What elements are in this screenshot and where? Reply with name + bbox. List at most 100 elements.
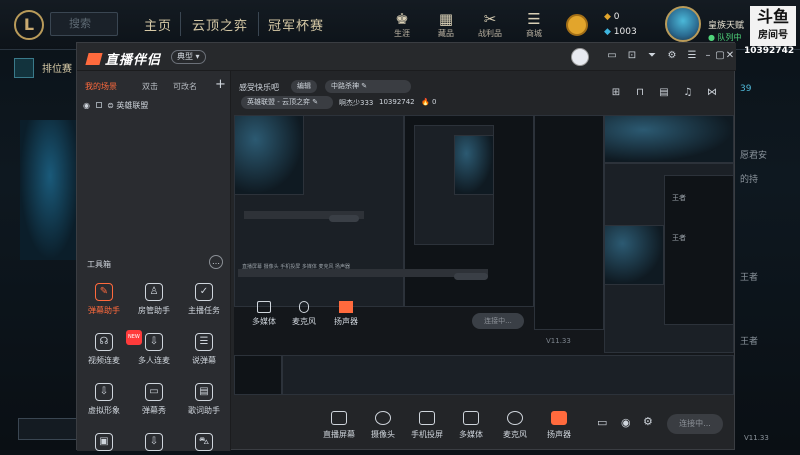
loot-icon[interactable]: ✂ 战利品 xyxy=(470,10,510,39)
lyric-icon: ▤ xyxy=(195,383,213,401)
video-link-button[interactable]: ☊ NEW 视频连麦 xyxy=(79,330,142,366)
eye-icon[interactable]: ◉ xyxy=(621,416,631,429)
add-scene-button[interactable]: + xyxy=(215,77,226,92)
download-icon: ⇩ xyxy=(145,433,163,451)
filter-icon[interactable]: ⏷ xyxy=(645,49,659,63)
camera-button[interactable]: 摄像头 xyxy=(361,411,405,440)
tab-rename[interactable]: 可改名 xyxy=(173,81,197,92)
tab-my-scenes[interactable]: 我的场景 xyxy=(85,81,117,92)
live-screen-button[interactable]: 直播屏幕 xyxy=(317,411,361,440)
life-icon[interactable]: ♚ 生涯 xyxy=(382,10,422,39)
mic-icon xyxy=(507,411,523,425)
category-pill[interactable]: 英雄联盟 - 云顶之弈 ✎ xyxy=(241,96,333,109)
player-avatar[interactable] xyxy=(665,6,701,42)
gold-currency: ◆ 0 xyxy=(604,12,620,22)
media-icon xyxy=(463,411,479,425)
connect-button[interactable]: 连接中... xyxy=(667,414,723,434)
share-icon[interactable]: ⋈ xyxy=(705,87,719,101)
nav-divider xyxy=(258,12,259,36)
tab-double-click[interactable]: 双击 xyxy=(142,81,158,92)
speaker-icon xyxy=(551,411,567,425)
camera-icon xyxy=(375,411,391,425)
preview-time: V11.33 xyxy=(546,337,571,345)
nested-capture xyxy=(234,115,304,195)
lock-icon[interactable]: ⊓ xyxy=(633,87,647,101)
record-icon[interactable]: ▭ xyxy=(597,416,607,429)
side-text: 王者 xyxy=(740,273,759,283)
settings-icon[interactable]: ⚙ xyxy=(643,415,653,428)
download-icon: ⇩ xyxy=(145,333,163,351)
settings-icon[interactable]: ⚙ xyxy=(665,49,679,63)
rank-icon xyxy=(14,58,34,78)
manager-icon: ♙ xyxy=(145,283,163,301)
menu-icon[interactable]: ☰ xyxy=(685,49,699,63)
nested-capture xyxy=(604,115,734,163)
virtual-avatar-button[interactable]: ⇩ 虚拟形象 xyxy=(79,383,129,416)
monitor-icon[interactable]: ▭ xyxy=(605,49,619,63)
nav-tft[interactable]: 云顶之弈 xyxy=(192,15,248,34)
live-preview[interactable]: 直播屏幕 摄像头 手机投屏 多媒体 麦克风 扬声器 V11.33 王者 王者 多… xyxy=(234,115,734,355)
video-link-icon: ☊ NEW xyxy=(95,330,142,351)
nav-home[interactable]: 主页 xyxy=(144,15,172,34)
task-icon: ✓ xyxy=(195,283,213,301)
danmu-show-button[interactable]: ▭ 弹幕秀 xyxy=(129,383,179,416)
phone-icon xyxy=(419,411,435,425)
bell-icon[interactable]: ♫ xyxy=(681,87,695,101)
phone-cast-button[interactable]: 手机投屏 xyxy=(405,411,449,440)
nested-connect-pill xyxy=(329,215,359,222)
nested-multimedia: 多媒体 xyxy=(252,301,276,327)
left-panel: 我的场景 双击 可改名 + ◉ ⊜ 英雄联盟 工具箱 … ✎ 弹幕助手 ♙ 房管助手… xyxy=(77,71,231,451)
gift-icon[interactable]: ⊞ xyxy=(609,87,623,101)
tool-more-3[interactable]: ⛍ xyxy=(179,433,229,455)
douyu-logo: 斗鱼 房间号 xyxy=(750,6,796,46)
store-icon[interactable]: ☰ 商城 xyxy=(514,10,554,39)
nested-side-text: 王者 xyxy=(672,194,686,202)
collection-icon[interactable]: ▦ 藏品 xyxy=(426,10,466,39)
scene-item[interactable]: ◉ ⊜ 英雄联盟 xyxy=(83,100,148,111)
download-icon: ⇩ xyxy=(95,383,113,401)
multimedia-button[interactable]: 多媒体 xyxy=(449,411,493,440)
side-text: 王者 xyxy=(740,337,759,347)
nested-toolbar xyxy=(238,269,488,277)
nested-capture xyxy=(534,115,604,330)
nested-side-text: 王者 xyxy=(672,234,686,242)
room-manager-button[interactable]: ♙ 房管助手 xyxy=(129,283,179,316)
mode-badge[interactable]: 典型 ▾ xyxy=(171,50,206,64)
nested-labels: 直播屏幕 摄像头 手机投屏 多媒体 麦克风 扬声器 xyxy=(242,264,351,270)
version-text: V11.33 xyxy=(744,434,769,442)
close-icon[interactable]: ✕ xyxy=(725,49,735,63)
nested-capture xyxy=(604,225,664,285)
nav-clash[interactable]: 冠军杯赛 xyxy=(268,15,324,34)
room-number: 10392742 xyxy=(744,46,795,56)
game-tag-pill[interactable]: 中路杀神 ✎ xyxy=(325,80,411,93)
microphone-button[interactable]: 麦克风 xyxy=(493,411,537,440)
nested-speaker: 扬声器 xyxy=(334,301,358,327)
multi-link-button[interactable]: ⇩ 多人连麦 xyxy=(129,333,179,366)
screen-icon xyxy=(331,411,347,425)
league-logo[interactable]: L xyxy=(14,10,44,40)
edit-title-pill[interactable]: 编辑 xyxy=(291,80,317,93)
tool-more-1[interactable]: ▣ xyxy=(79,433,129,455)
app-brand: 直播伴侣 xyxy=(85,49,161,68)
nested-connect-pill xyxy=(454,273,488,280)
room-id: 10392742 xyxy=(379,98,415,106)
tool-more-2[interactable]: ⇩ xyxy=(129,433,179,455)
more-icon[interactable]: … xyxy=(209,255,223,269)
game-chat-box[interactable] xyxy=(18,418,78,440)
host-task-button[interactable]: ✓ 主播任务 xyxy=(179,283,229,316)
streamer-name: 啊杰少333 xyxy=(339,99,374,107)
danmu-assistant-button[interactable]: ✎ 弹幕助手 xyxy=(79,283,129,316)
game-search-input[interactable]: 搜索 xyxy=(50,12,118,36)
nested-connect-pill: 连接中... xyxy=(472,313,524,329)
nested-microphone: 麦克风 xyxy=(292,301,316,327)
share-screen-icon[interactable]: ▤ xyxy=(657,87,671,101)
lyric-danmu-button[interactable]: ☰ 说弹幕 xyxy=(179,333,229,366)
shirt-icon[interactable]: ⊡ xyxy=(625,49,639,63)
nested-capture xyxy=(234,355,282,395)
lyric-assistant-button[interactable]: ▤ 歌词助手 xyxy=(179,383,229,416)
rank-label[interactable]: 排位赛 xyxy=(42,60,72,75)
user-avatar[interactable] xyxy=(571,48,589,66)
app-titlebar: 直播伴侣 典型 ▾ ▭ ⊡ ⏷ ⚙ ☰ – ▢ ✕ xyxy=(77,43,736,71)
blue-currency: ◆ 1003 xyxy=(604,27,637,37)
speaker-button[interactable]: 扬声器 xyxy=(537,411,581,440)
